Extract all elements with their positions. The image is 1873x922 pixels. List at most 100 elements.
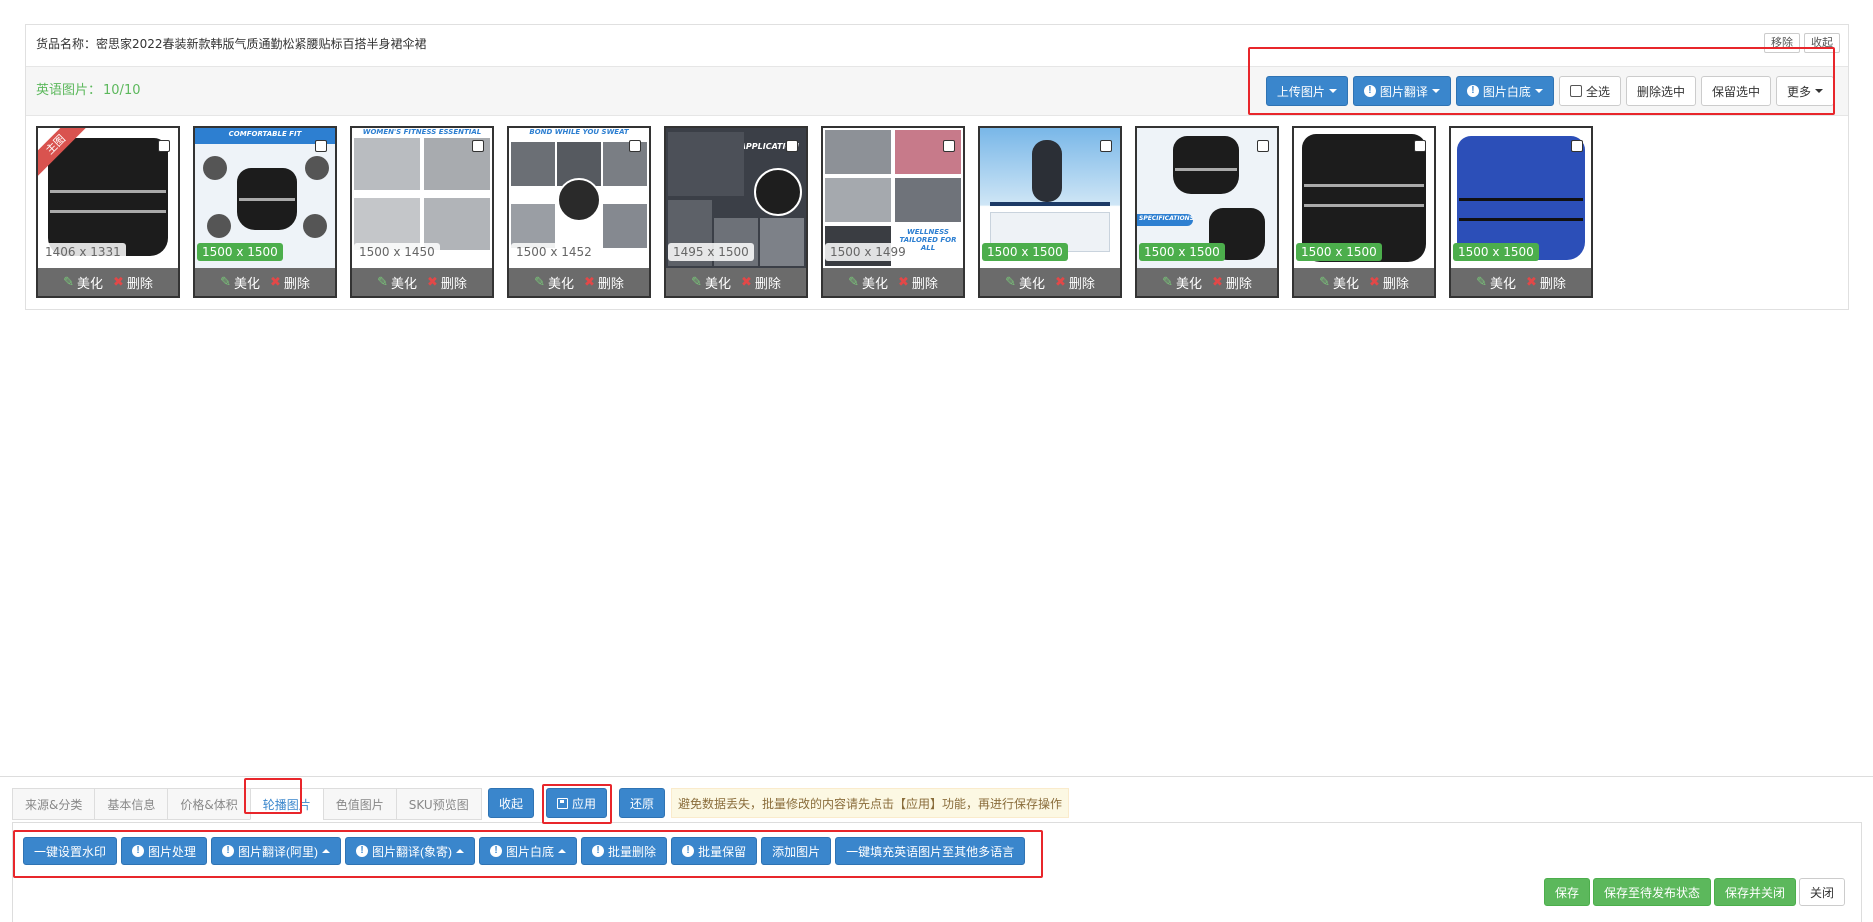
exclamation-icon: ! (132, 845, 145, 857)
beautify-button[interactable]: ✎ 美化 (377, 273, 417, 292)
image-size: 1406 x 1331 (40, 243, 126, 261)
pencil-icon: ✎ (691, 274, 702, 290)
beautify-button[interactable]: ✎ 美化 (1162, 273, 1202, 292)
close-icon: ✖ (1212, 274, 1223, 290)
close-icon: ✖ (1526, 274, 1537, 290)
save-button[interactable]: 保存 (1543, 878, 1590, 906)
thumbnail-item[interactable]: WOMEN'S FITNESS ESSENTIAL 1500 x 1450 ✎ 美… (350, 126, 494, 298)
image-size: 1500 x 1452 (511, 243, 597, 261)
thumbnail-item[interactable]: BOND WHILE YOU SWEAT 1500 x 1452 ✎ 美化 ✖ 删除 (507, 126, 651, 298)
tab-source-category[interactable]: 来源&分类 (12, 788, 96, 820)
image-process-button[interactable]: ! 图片处理 (121, 837, 208, 865)
image-size: 1500 x 1500 (1296, 243, 1382, 261)
beautify-button[interactable]: ✎ 美化 (1005, 273, 1045, 292)
tab-basic-info[interactable]: 基本信息 (94, 788, 169, 820)
select-checkbox[interactable] (472, 140, 484, 152)
caret-up-icon (322, 849, 331, 853)
select-checkbox[interactable] (1100, 140, 1112, 152)
select-all-button[interactable]: 全选 (1558, 76, 1621, 106)
collapse-panel-button[interactable]: 收起 (1804, 33, 1840, 53)
beautify-button[interactable]: ✎ 美化 (1319, 273, 1359, 292)
caret-up-icon (558, 849, 567, 853)
delete-button[interactable]: ✖ 删除 (1212, 273, 1252, 292)
translate-ali-button[interactable]: ! 图片翻译(阿里) (211, 837, 342, 865)
translate-xiangji-button[interactable]: ! 图片翻译(象寄) (345, 837, 476, 865)
thumbnail-item[interactable]: 1500 x 1500 ✎ 美化 ✖ 删除 (1292, 126, 1436, 298)
pencil-icon: ✎ (1476, 274, 1487, 290)
apply-button[interactable]: 应用 (546, 788, 608, 818)
thumbnail-item[interactable]: 1500 x 1500 ✎ 美化 ✖ 删除 (978, 126, 1122, 298)
image-count: 10/10 (103, 83, 141, 98)
thumbnail-item[interactable]: COMFORTABLE FIT 1500 x 1500 ✎ 美化 ✖ 删除 (193, 126, 337, 298)
fill-languages-button[interactable]: 一键填充英语图片至其他多语言 (835, 837, 1026, 865)
beautify-button[interactable]: ✎ 美化 (534, 273, 574, 292)
translate-image-button[interactable]: ! 图片翻译 (1352, 76, 1451, 106)
tab-actions: 收起 应用 还原 避免数据丢失，批量修改的内容请先点击【应用】功能，再进行保存操… (488, 788, 1070, 818)
select-checkbox[interactable] (629, 140, 641, 152)
thumbnail-item[interactable]: WIDE APPLICATION 1495 x 1500 ✎ 美化 ✖ 删除 (664, 126, 808, 298)
select-checkbox[interactable] (943, 140, 955, 152)
white-background-button[interactable]: ! 图片白底 (1455, 76, 1554, 106)
bulk-actions: 一键设置水印 ! 图片处理 ! 图片翻译(阿里) ! 图片翻译(象寄) ! 图片白底 !… (23, 837, 1026, 865)
thumbnail-item[interactable]: SPECIFICATIONS 1500 x 1500 ✎ 美化 ✖ 删除 (1135, 126, 1279, 298)
delete-selected-button[interactable]: 删除选中 (1625, 76, 1696, 106)
image-size: 1500 x 1500 (1453, 243, 1539, 261)
footer-actions: 保存 保存至待发布状态 保存并关闭 关闭 (1543, 878, 1845, 906)
delete-button[interactable]: ✖ 删除 (113, 273, 153, 292)
add-image-button[interactable]: 添加图片 (761, 837, 832, 865)
thumbnail-item[interactable]: 1500 x 1500 ✎ 美化 ✖ 删除 (1449, 126, 1593, 298)
exclamation-icon: ! (682, 845, 695, 857)
select-checkbox[interactable] (1414, 140, 1426, 152)
close-icon: ✖ (1369, 274, 1380, 290)
delete-button[interactable]: ✖ 删除 (741, 273, 781, 292)
thumbnail-actions: ✎ 美化 ✖ 删除 (1451, 268, 1591, 296)
tab-sku-preview[interactable]: SKU预览图 (395, 788, 482, 820)
select-checkbox[interactable] (1571, 140, 1583, 152)
thumbnail-actions: ✎ 美化 ✖ 删除 (823, 268, 963, 296)
thumbnail-item[interactable]: WELLNESS TAILORED FOR ALL 1500 x 1499 ✎ 美… (821, 126, 965, 298)
batch-delete-button[interactable]: ! 批量删除 (581, 837, 668, 865)
delete-button[interactable]: ✖ 删除 (270, 273, 310, 292)
beautify-button[interactable]: ✎ 美化 (220, 273, 260, 292)
upload-image-button[interactable]: 上传图片 (1265, 76, 1348, 106)
image-actions: 上传图片 ! 图片翻译 ! 图片白底 全选 删除选中 保留选中 更多 (1265, 76, 1834, 106)
delete-button[interactable]: ✖ 删除 (427, 273, 467, 292)
remove-button[interactable]: 移除 (1764, 33, 1800, 53)
close-button[interactable]: 关闭 (1798, 878, 1845, 906)
white-background-bulk-button[interactable]: ! 图片白底 (479, 837, 578, 865)
keep-selected-button[interactable]: 保留选中 (1700, 76, 1771, 106)
thumbnail-actions: ✎ 美化 ✖ 删除 (509, 268, 649, 296)
save-close-button[interactable]: 保存并关闭 (1713, 878, 1796, 906)
select-checkbox[interactable] (786, 140, 798, 152)
delete-button[interactable]: ✖ 删除 (584, 273, 624, 292)
delete-button[interactable]: ✖ 删除 (1526, 273, 1566, 292)
restore-button[interactable]: 还原 (619, 788, 666, 818)
caret-up-icon (456, 849, 465, 853)
collapse-button[interactable]: 收起 (488, 788, 535, 818)
beautify-button[interactable]: ✎ 美化 (691, 273, 731, 292)
delete-button[interactable]: ✖ 删除 (1055, 273, 1095, 292)
select-checkbox[interactable] (1257, 140, 1269, 152)
thumbnail-item[interactable]: 主图 1406 x 1331 ✎ 美化 ✖ 删除 (36, 126, 180, 298)
watermark-button[interactable]: 一键设置水印 (23, 837, 118, 865)
delete-button[interactable]: ✖ 删除 (1369, 273, 1409, 292)
tab-color-images[interactable]: 色值图片 (322, 788, 397, 820)
checkbox-icon[interactable] (1569, 85, 1582, 97)
image-toolbar: 英语图片： 10/10 上传图片 ! 图片翻译 ! 图片白底 全选 删除选中 保留选中… (26, 66, 1848, 116)
beautify-button[interactable]: ✎ 美化 (848, 273, 888, 292)
tab-price-volume[interactable]: 价格&体积 (167, 788, 251, 820)
batch-keep-button[interactable]: ! 批量保留 (671, 837, 758, 865)
select-checkbox[interactable] (158, 140, 170, 152)
thumbnail-actions: ✎ 美化 ✖ 删除 (352, 268, 492, 296)
tab-carousel-images[interactable]: 轮播图片 (249, 788, 324, 820)
save-pending-button[interactable]: 保存至待发布状态 (1592, 878, 1711, 906)
pencil-icon: ✎ (848, 274, 859, 290)
delete-button[interactable]: ✖ 删除 (898, 273, 938, 292)
beautify-button[interactable]: ✎ 美化 (1476, 273, 1516, 292)
close-icon: ✖ (270, 274, 281, 290)
close-icon: ✖ (427, 274, 438, 290)
more-button[interactable]: 更多 (1775, 76, 1834, 106)
select-checkbox[interactable] (315, 140, 327, 152)
beautify-button[interactable]: ✎ 美化 (63, 273, 103, 292)
image-size: 1500 x 1500 (1139, 243, 1225, 261)
